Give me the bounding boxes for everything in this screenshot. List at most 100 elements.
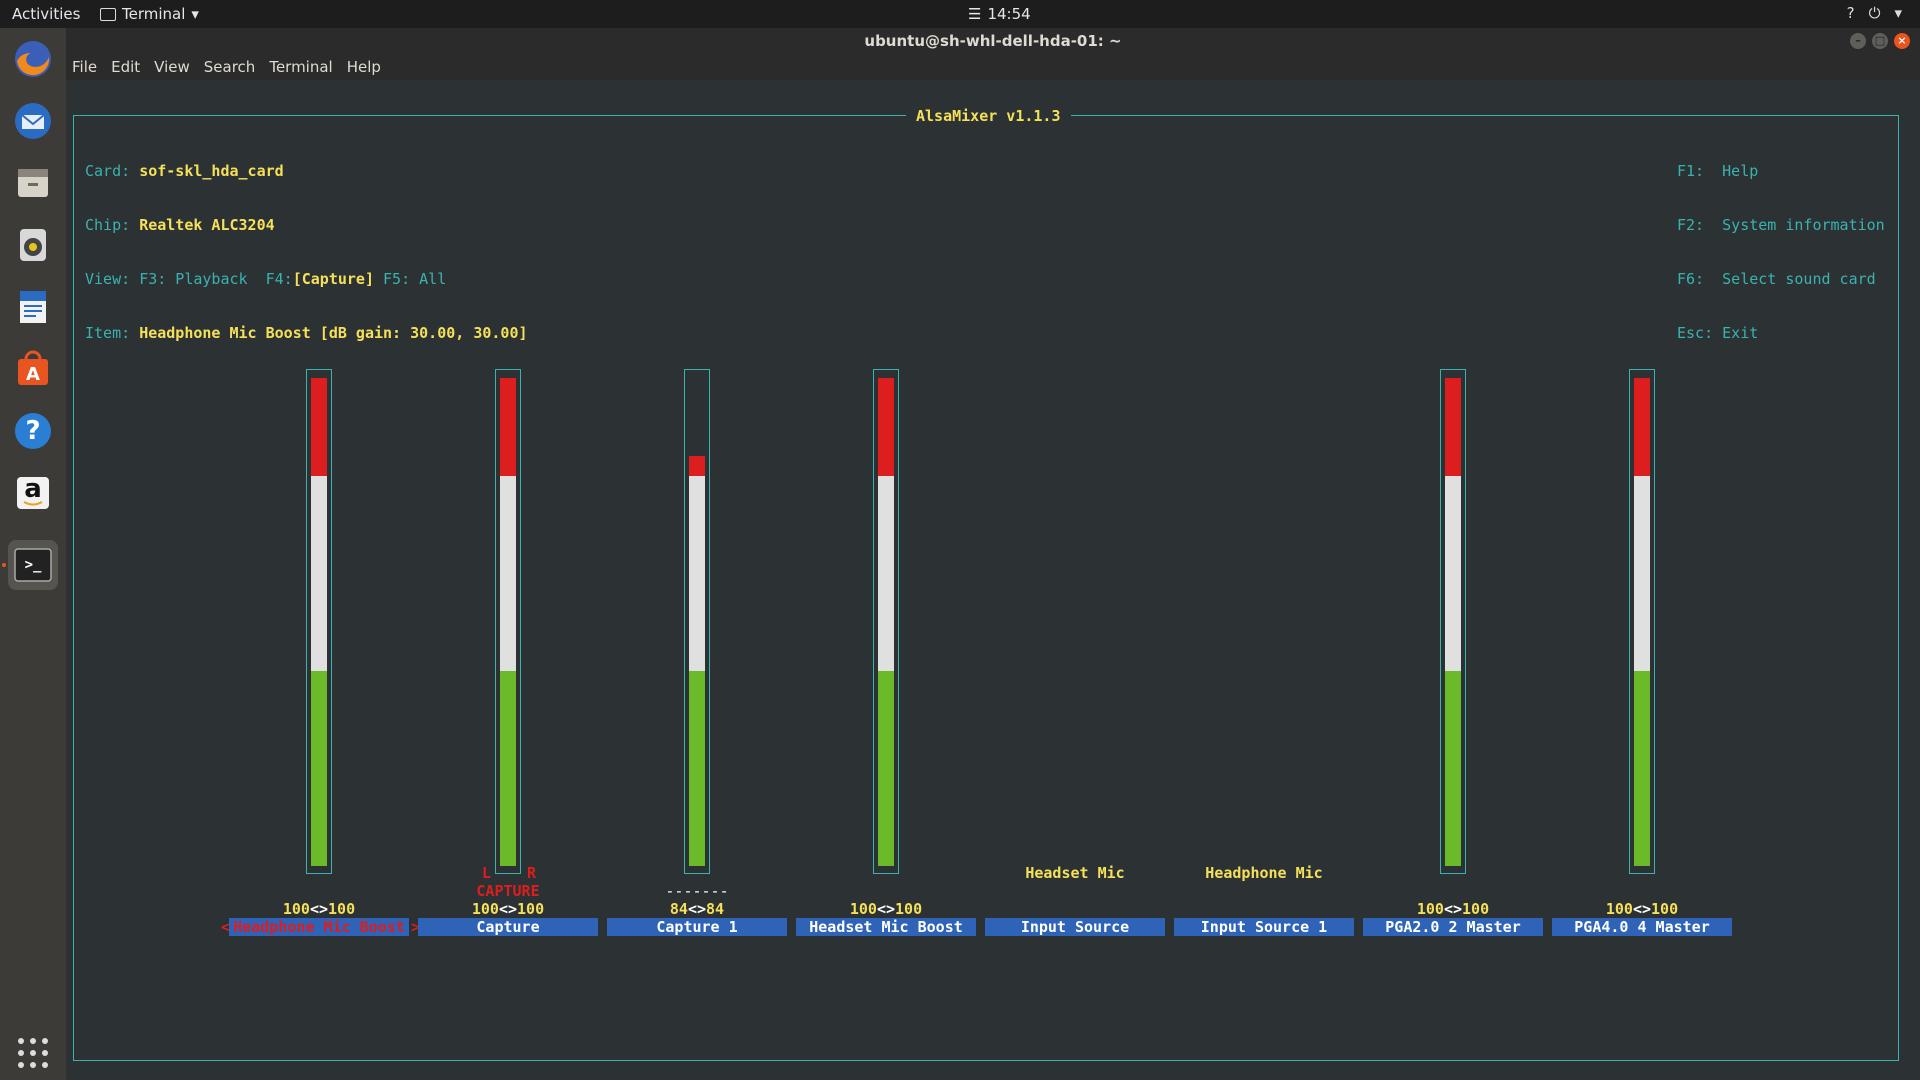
volume-bar-capture[interactable] (495, 369, 521, 874)
level-segment-red (1445, 378, 1461, 476)
item-value: Headphone Mic Boost [dB gain: 30.00, 30.… (139, 324, 528, 342)
terminal-glyph: >_ (24, 557, 42, 573)
clock-time: 14:54 (987, 5, 1031, 23)
firefox-icon[interactable] (8, 34, 58, 84)
alsamixer-title: AlsaMixer v1.1.3 (906, 107, 1071, 125)
chevron-down-icon: ▾ (191, 5, 199, 23)
volume-value: 100<>100 (471, 900, 545, 918)
card-label: Card: (85, 162, 131, 180)
svg-text:A: A (26, 364, 40, 385)
volume-bar-pga4-master[interactable] (1629, 369, 1655, 874)
clock[interactable]: ☰ 14:54 (968, 5, 1031, 23)
level-segment-white (1445, 475, 1461, 671)
level-segment-white (1634, 475, 1650, 671)
key-esc-text: Exit (1722, 324, 1759, 342)
level-segment-white (689, 475, 705, 671)
level-segment-red (689, 456, 705, 476)
menu-terminal[interactable]: Terminal (269, 54, 332, 80)
control-capture[interactable]: Capture (418, 918, 598, 936)
view-all[interactable]: F5: All (383, 270, 446, 288)
help-glyph: ? (25, 416, 41, 446)
volume-value: 100<>100 (1416, 900, 1490, 918)
title-bar: ubuntu@sh-whl-dell-hda-01: ~ – □ × (66, 28, 1920, 54)
app-menu[interactable]: Terminal ▾ (100, 5, 199, 23)
control-pga4-master[interactable]: PGA4.0 4 Master (1552, 918, 1732, 936)
volume-value: 84<>84 (669, 900, 725, 918)
show-applications-icon[interactable] (8, 1028, 58, 1078)
menu-file[interactable]: File (72, 54, 97, 80)
maximize-button[interactable]: □ (1872, 33, 1888, 49)
level-segment-green (500, 670, 516, 866)
terminal-icon[interactable]: >_ (8, 540, 58, 590)
writer-icon[interactable] (8, 282, 58, 332)
level-segment-white (500, 475, 516, 671)
level-segment-green (311, 670, 327, 866)
chip-label: Chip: (85, 216, 131, 234)
level-segment-green (1634, 670, 1650, 866)
control-input-source-1[interactable]: Input Source 1 (1174, 918, 1354, 936)
view-capture[interactable]: [Capture] (293, 270, 374, 288)
capture-right-flag: R (527, 864, 537, 882)
app-menu-label: Terminal (122, 5, 186, 23)
enum-value-input-source: Headset Mic (1025, 864, 1125, 882)
volume-bar-capture-1[interactable] (684, 369, 710, 874)
thunderbird-icon[interactable] (8, 96, 58, 146)
level-segment-white (878, 475, 894, 671)
info-panel: Card: sof-skl_hda_card Chip: Realtek ALC… (85, 126, 528, 378)
capture-switch[interactable]: CAPTURE (418, 882, 598, 900)
network-icon: ? (1846, 4, 1855, 22)
menu-help[interactable]: Help (347, 54, 381, 80)
minimize-button[interactable]: – (1850, 33, 1866, 49)
level-segment-green (689, 670, 705, 866)
card-value: sof-skl_hda_card (139, 162, 284, 180)
window-title: ubuntu@sh-whl-dell-hda-01: ~ (864, 32, 1122, 50)
view-label: View: (85, 270, 131, 288)
menu-search[interactable]: Search (204, 54, 256, 80)
capture-left-flag: L (482, 864, 492, 882)
level-segment-red (878, 378, 894, 476)
volume-value: 100<>100 (849, 900, 923, 918)
key-help-panel: F1: Help F2: System information F6: Sele… (1677, 126, 1885, 378)
key-f6: F6: (1677, 270, 1705, 288)
volume-bar-headset-mic-boost[interactable] (873, 369, 899, 874)
control-headphone-mic-boost[interactable]: Headphone Mic Boost (229, 918, 409, 936)
key-f1-text: Help (1722, 162, 1759, 180)
system-tray[interactable]: ? ⏻ ▾ (1847, 4, 1902, 22)
control-headset-mic-boost[interactable]: Headset Mic Boost (796, 918, 976, 936)
terminal-window: ubuntu@sh-whl-dell-hda-01: ~ – □ × File … (66, 28, 1920, 1080)
key-esc: Esc: (1677, 324, 1714, 342)
dock: A ? a >_ (0, 28, 66, 1080)
key-f6-text: Select sound card (1722, 270, 1876, 288)
notification-icon: ☰ (968, 5, 982, 23)
close-button[interactable]: × (1894, 33, 1910, 49)
amazon-glyph: a (24, 474, 42, 504)
control-pga2-master[interactable]: PGA2.0 2 Master (1363, 918, 1543, 936)
view-playback[interactable]: F3: Playback (139, 270, 247, 288)
menu-bar: File Edit View Search Terminal Help (66, 54, 1920, 80)
control-capture-1[interactable]: Capture 1 (607, 918, 787, 936)
capture-switch-off[interactable]: ------- (607, 882, 787, 900)
volume-bar-headphone-mic-boost[interactable] (306, 369, 332, 874)
help-icon[interactable]: ? (8, 406, 58, 456)
activities-button[interactable]: Activities (12, 5, 80, 23)
rhythmbox-icon[interactable] (8, 220, 58, 270)
key-f2: F2: (1677, 216, 1705, 234)
files-icon[interactable] (8, 158, 58, 208)
view-f4-key: F4: (265, 270, 293, 288)
terminal-content[interactable]: AlsaMixer v1.1.3 Card: sof-skl_hda_card … (66, 80, 1920, 1080)
power-icon: ⏻ (1868, 4, 1881, 22)
volume-value: 100<>100 (282, 900, 356, 918)
amazon-icon[interactable]: a (8, 468, 58, 518)
menu-view[interactable]: View (154, 54, 190, 80)
software-center-icon[interactable]: A (8, 344, 58, 394)
volume-bar-pga2-master[interactable] (1440, 369, 1466, 874)
terminal-small-icon (100, 7, 116, 21)
chevron-down-icon: ▾ (1894, 4, 1902, 22)
volume-value: 100<>100 (1605, 900, 1679, 918)
menu-edit[interactable]: Edit (111, 54, 140, 80)
control-input-source[interactable]: Input Source (985, 918, 1165, 936)
item-label: Item: (85, 324, 131, 342)
level-segment-red (500, 378, 516, 476)
running-indicator (2, 563, 6, 567)
key-f2-text: System information (1722, 216, 1885, 234)
